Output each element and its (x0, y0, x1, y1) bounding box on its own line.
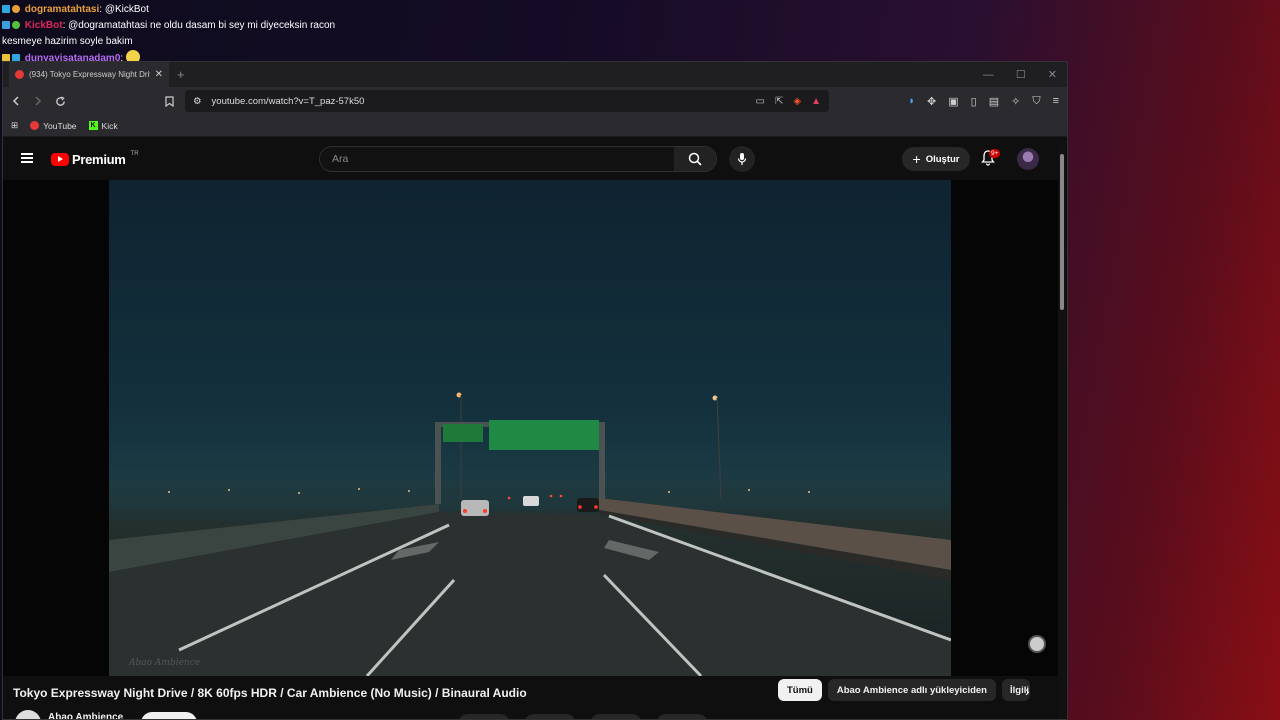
moderator-badge-icon (12, 5, 20, 13)
create-label: Oluştur (925, 153, 960, 165)
tab-title: (934) Tokyo Expressway Night Drive / 8K … (29, 70, 150, 79)
video-settings-icon[interactable] (1028, 635, 1046, 653)
account-avatar[interactable] (1017, 148, 1039, 170)
share-icon[interactable]: ⇱ (775, 96, 783, 107)
microphone-icon (737, 153, 747, 165)
subscriber-badge-icon (2, 5, 10, 13)
window-controls: — ☐ ✕ (983, 62, 1057, 87)
bookmarks-bar: ⊞ YouTube K Kick (3, 115, 1067, 137)
back-icon[interactable] (11, 96, 21, 106)
browser-toolbar: ⚙ youtube.com/watch?v=T_paz-57k50 ▭ ⇱ ◈ … (3, 87, 1067, 115)
verified-badge-icon (12, 21, 20, 29)
save-button[interactable] (590, 714, 642, 719)
youtube-premium-logo[interactable]: Premium TR (51, 150, 139, 167)
audio-icon[interactable]: ◗ (908, 95, 915, 108)
menu-icon[interactable]: ≡ (1053, 95, 1059, 108)
bookmark-youtube[interactable]: YouTube (30, 120, 77, 131)
leo-ai-icon[interactable]: ✧ (1011, 95, 1020, 108)
channel-name[interactable]: Abao Ambience (48, 712, 123, 719)
channel-watermark: Abao Ambience (129, 658, 201, 668)
search-button[interactable] (674, 147, 716, 171)
address-bar[interactable]: ⚙ youtube.com/watch?v=T_paz-57k50 ▭ ⇱ ◈ … (185, 90, 829, 112)
logo-text: Premium (72, 152, 126, 167)
bookmark-kick[interactable]: K Kick (88, 120, 118, 131)
create-button[interactable]: + Oluştur (902, 147, 970, 171)
subscribe-button[interactable] (141, 712, 197, 719)
tab-strip: (934) Tokyo Expressway Night Drive / 8K … (3, 62, 1067, 87)
chat-text: @KickBot (104, 4, 149, 15)
close-window-icon[interactable]: ✕ (1048, 68, 1057, 81)
bookmark-label: YouTube (43, 120, 77, 131)
tab-close-icon[interactable]: ✕ (155, 69, 163, 80)
chat-message: dogramatahtasi: @KickBot (2, 2, 335, 18)
chip-from-uploader[interactable]: Abao Ambience adlı yükleyiciden (827, 679, 996, 701)
voice-search-button[interactable] (729, 146, 755, 172)
reload-icon[interactable] (55, 95, 66, 107)
video-player[interactable]: Abao Ambience (3, 180, 1058, 676)
browser-tab[interactable]: (934) Tokyo Expressway Night Drive / 8K … (9, 62, 169, 87)
bookmark-label: Kick (101, 120, 118, 131)
related-chips: Tümü Abao Ambience adlı yükleyiciden İlg… (778, 679, 1030, 701)
brave-rewards-icon[interactable]: ▲ (811, 96, 821, 107)
youtube-header: Premium TR + Oluştur 9+ (3, 140, 1058, 180)
video-frame: Abao Ambience (109, 180, 951, 676)
extension-box-icon[interactable]: ▣ (948, 95, 958, 108)
video-actions (458, 714, 708, 719)
browser-window: (934) Tokyo Expressway Night Drive / 8K … (2, 61, 1068, 720)
minimize-icon[interactable]: — (983, 69, 994, 81)
chat-message: KickBot: @dogramatahtasi ne oldu dasam b… (2, 18, 335, 34)
video-info: Tokyo Expressway Night Drive / 8K 60fps … (3, 676, 1058, 719)
notification-count-badge: 9+ (989, 149, 1001, 158)
chat-username[interactable]: dogramatahtasi (25, 4, 99, 15)
chat-username[interactable]: KickBot (25, 20, 63, 31)
site-settings-icon[interactable]: ⚙ (193, 96, 202, 107)
search-box (319, 146, 717, 172)
vpn-icon[interactable]: ⛉ (1032, 95, 1040, 108)
kick-icon: K (88, 121, 98, 130)
like-button[interactable] (458, 714, 510, 719)
chevron-right-icon[interactable]: › (1025, 683, 1030, 699)
extensions-icon[interactable]: ✥ (927, 95, 936, 108)
cast-icon[interactable]: ▭ (756, 96, 765, 107)
youtube-logo-icon (51, 153, 69, 166)
bot-badge-icon (2, 21, 10, 29)
search-icon (688, 152, 702, 166)
maximize-icon[interactable]: ☐ (1016, 68, 1026, 81)
chat-message-continued: kesmeye hazirim soyle bakim (2, 36, 133, 47)
wallet-icon[interactable]: ▤ (989, 95, 999, 108)
page-scrollbar[interactable] (1058, 140, 1066, 719)
channel-avatar[interactable] (15, 710, 41, 719)
brave-shields-icon[interactable]: ◈ (793, 96, 801, 107)
apps-grid-icon[interactable]: ⊞ (11, 120, 18, 131)
chat-overlay: dogramatahtasi: @KickBot KickBot: @dogra… (2, 2, 335, 67)
search-input[interactable] (320, 147, 674, 171)
youtube-favicon-icon (15, 70, 24, 79)
url-text[interactable]: youtube.com/watch?v=T_paz-57k50 (212, 96, 365, 107)
sidebar-icon[interactable]: ▯ (971, 95, 977, 108)
bookmark-icon[interactable] (165, 95, 174, 107)
youtube-icon (30, 121, 40, 130)
region-code: TR (130, 150, 139, 157)
highway-scene-image (109, 392, 951, 676)
chip-all[interactable]: Tümü (778, 679, 822, 701)
clip-button[interactable] (656, 714, 708, 719)
guide-menu-icon[interactable] (21, 153, 33, 163)
new-tab-button[interactable]: + (177, 67, 185, 82)
toolbar-right: ◗ ✥ ▣ ▯ ▤ ✧ ⛉ ≡ (908, 95, 1059, 108)
scrollbar-thumb[interactable] (1060, 154, 1064, 310)
plus-icon: + (912, 151, 921, 167)
share-button[interactable] (524, 714, 576, 719)
chat-text: @dogramatahtasi ne oldu dasam bi sey mi … (68, 20, 336, 31)
forward-icon[interactable] (33, 96, 43, 106)
video-title: Tokyo Expressway Night Drive / 8K 60fps … (13, 686, 527, 700)
